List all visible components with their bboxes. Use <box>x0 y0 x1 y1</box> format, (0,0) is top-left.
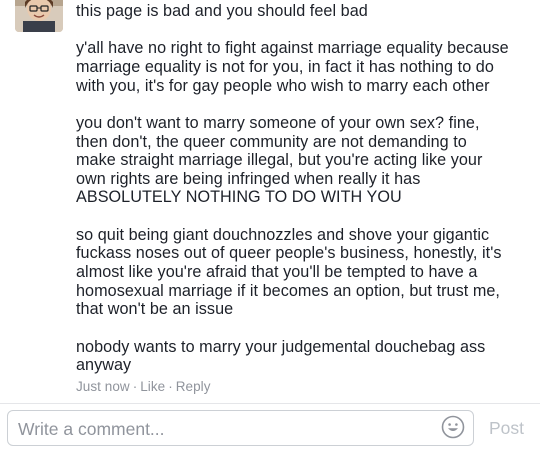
comment-paragraph-4: nobody wants to marry your judgemental d… <box>76 337 486 375</box>
comment-first-line: this page is bad and you should feel bad <box>76 2 368 20</box>
avatar[interactable] <box>15 0 63 32</box>
comment: this page is bad and you should feel bad… <box>0 0 540 403</box>
post-button[interactable]: Post <box>489 418 524 438</box>
meta-separator: · <box>168 378 173 394</box>
comment-paragraph-3: so quit being giant douchnozzles and sho… <box>76 225 502 319</box>
comment-paragraph-2: you don't want to marry someone of your … <box>76 113 483 207</box>
smiley-icon[interactable] <box>441 415 465 439</box>
reply-link[interactable]: Reply <box>176 379 211 394</box>
comment-body: this page is bad and you should feel bad… <box>76 0 531 395</box>
comment-input[interactable]: Write a comment... <box>7 410 474 446</box>
avatar-photo-icon <box>15 0 63 32</box>
comment-meta: Just now · Like · Reply <box>76 379 531 395</box>
comment-timestamp[interactable]: Just now <box>76 379 130 394</box>
comment-paragraph-1: y'all have no right to fight against mar… <box>76 39 509 95</box>
like-link[interactable]: Like <box>140 379 165 394</box>
comment-input-placeholder: Write a comment... <box>18 419 165 439</box>
meta-separator: · <box>132 378 138 394</box>
